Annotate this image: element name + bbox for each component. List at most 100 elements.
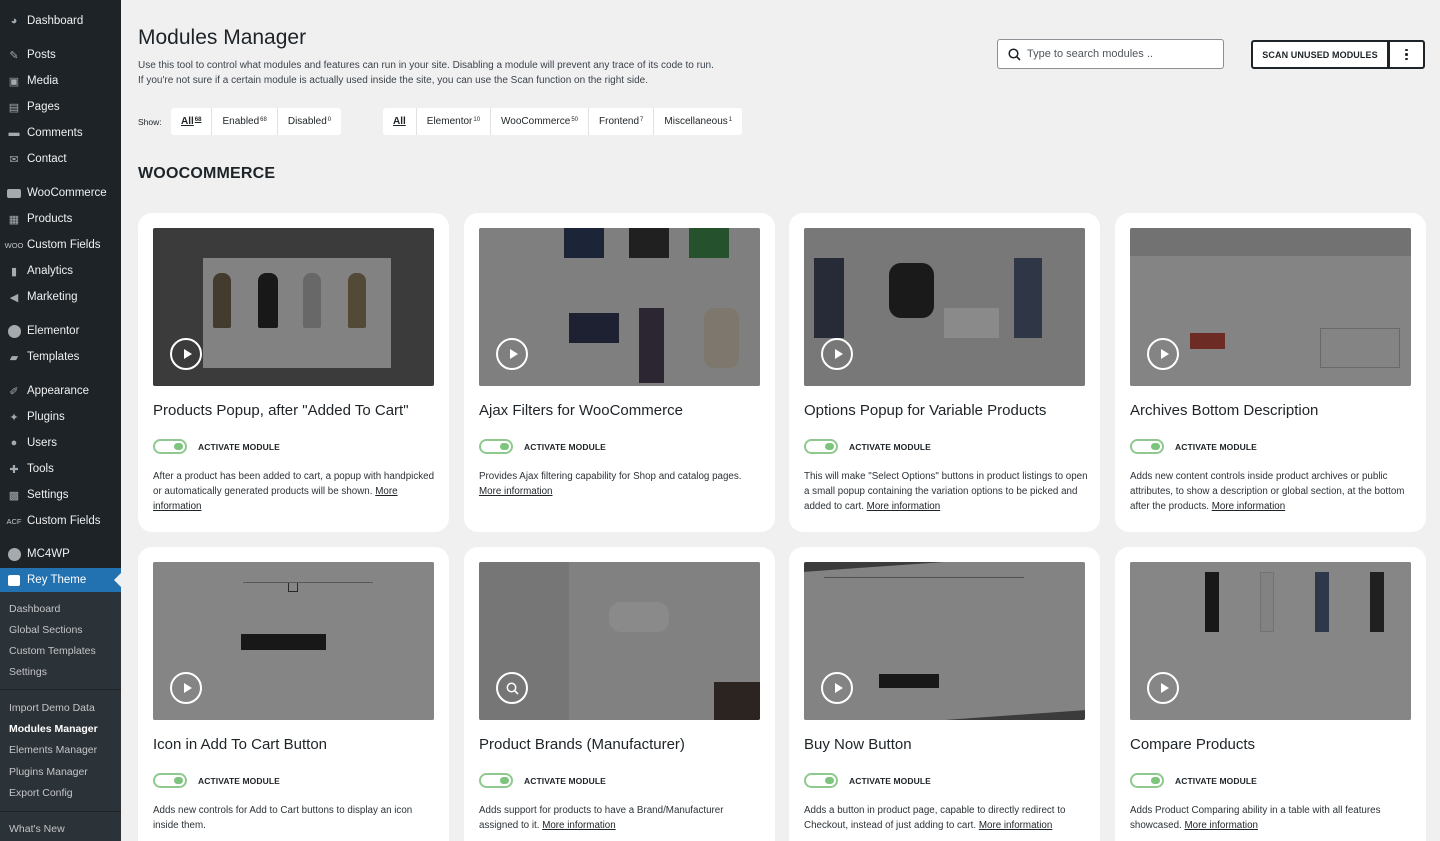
search-input[interactable] bbox=[1027, 48, 1207, 60]
user-icon: ● bbox=[10, 437, 18, 449]
sidebar-item-label: Marketing bbox=[27, 291, 78, 303]
page-description: Use this tool to control what modules an… bbox=[138, 58, 738, 88]
sidebar-item-label: Contact bbox=[27, 153, 67, 165]
sidebar-item-woocommerce[interactable]: WooCommerce bbox=[0, 181, 121, 205]
more-information-link[interactable]: More information bbox=[479, 486, 553, 497]
zoom-icon[interactable] bbox=[496, 672, 528, 704]
module-card-icon-in-add-to-cart-button: Icon in Add To Cart Button ACTIVATE MODUL… bbox=[138, 547, 449, 841]
submenu-item-elements-manager[interactable]: Elements Manager bbox=[9, 744, 97, 756]
filter-count: 1 bbox=[728, 116, 733, 123]
sidebar-item-comments[interactable]: ▬ Comments bbox=[0, 121, 121, 145]
submenu-item-plugins-manager[interactable]: Plugins Manager bbox=[9, 766, 88, 778]
module-title: Archives Bottom Description bbox=[1130, 402, 1319, 419]
sidebar-item-pages[interactable]: ▤ Pages bbox=[0, 95, 121, 119]
play-video-icon[interactable] bbox=[821, 338, 853, 370]
filter-category-elementor[interactable]: Elementor 10 bbox=[417, 108, 492, 135]
module-title: Buy Now Button bbox=[804, 736, 912, 753]
activate-module-toggle[interactable] bbox=[153, 439, 187, 454]
sidebar-item-appearance[interactable]: ✐ Appearance bbox=[0, 379, 121, 403]
more-information-link[interactable]: More information bbox=[542, 820, 616, 831]
sidebar-item-templates[interactable]: ▰ Templates bbox=[0, 345, 121, 369]
settings-icon: ▩ bbox=[8, 489, 20, 502]
scan-unused-modules-button[interactable]: SCAN UNUSED MODULES bbox=[1251, 40, 1389, 69]
filter-count: 10 bbox=[473, 116, 481, 123]
filter-label: WooCommerce bbox=[501, 116, 571, 127]
play-video-icon[interactable] bbox=[1147, 338, 1179, 370]
module-card-product-brands-manufacturer: Product Brands (Manufacturer) ACTIVATE MO… bbox=[464, 547, 775, 841]
submenu-item-global-sections[interactable]: Global Sections bbox=[9, 624, 83, 636]
activate-module-toggle[interactable] bbox=[804, 773, 838, 788]
filter-label: All bbox=[181, 116, 194, 127]
submenu-divider bbox=[0, 811, 121, 812]
sidebar-item-custom-fields[interactable]: ACF Custom Fields bbox=[0, 509, 121, 533]
more-options-button[interactable] bbox=[1388, 40, 1425, 69]
activate-module-label: ACTIVATE MODULE bbox=[524, 442, 606, 452]
play-video-icon[interactable] bbox=[1147, 672, 1179, 704]
module-title: Compare Products bbox=[1130, 736, 1256, 753]
sidebar-item-settings[interactable]: ▩ Settings bbox=[0, 483, 121, 507]
module-title: Icon in Add To Cart Button bbox=[153, 736, 328, 753]
filter-count: 68 bbox=[194, 116, 202, 123]
submenu-item-custom-templates[interactable]: Custom Templates bbox=[9, 645, 96, 657]
search-box[interactable] bbox=[997, 39, 1224, 69]
module-description: Adds a button in product page, capable t… bbox=[804, 804, 1089, 834]
module-description-text: This will make "Select Options" buttons … bbox=[804, 471, 1088, 512]
filter-status-disabled[interactable]: Disabled 0 bbox=[278, 108, 341, 135]
activate-module-toggle[interactable] bbox=[1130, 773, 1164, 788]
filter-status-enabled[interactable]: Enabled 68 bbox=[212, 108, 278, 135]
module-description: This will make "Select Options" buttons … bbox=[804, 470, 1089, 514]
sidebar-item-custom-fields[interactable]: WOO Custom Fields bbox=[0, 233, 121, 257]
filter-category-frontend[interactable]: Frontend 7 bbox=[589, 108, 655, 135]
sidebar-item-media[interactable]: ▣ Media bbox=[0, 69, 121, 93]
submenu-item-settings[interactable]: Settings bbox=[9, 666, 47, 678]
module-thumbnail bbox=[153, 562, 434, 720]
activate-module-toggle[interactable] bbox=[479, 439, 513, 454]
play-video-icon[interactable] bbox=[170, 338, 202, 370]
dashboard-icon: ◕ bbox=[10, 15, 18, 27]
sidebar-item-label: Analytics bbox=[27, 265, 74, 277]
activate-module-toggle[interactable] bbox=[1130, 439, 1164, 454]
sidebar-item-users[interactable]: ● Users bbox=[0, 431, 121, 455]
play-video-icon[interactable] bbox=[170, 672, 202, 704]
activate-module-toggle[interactable] bbox=[479, 773, 513, 788]
sidebar-item-mc4wp[interactable]: MC4WP bbox=[0, 542, 121, 566]
rey-theme-submenu: Dashboard Global Sections Custom Templates… bbox=[0, 592, 121, 841]
sidebar-item-posts[interactable]: ✎ Posts bbox=[0, 43, 121, 67]
wrench-icon: ✚ bbox=[9, 463, 19, 476]
submenu-item-import-demo-data[interactable]: Import Demo Data bbox=[9, 702, 95, 714]
sidebar-item-label: Plugins bbox=[27, 411, 65, 423]
submenu-item-what-s-new[interactable]: What's New bbox=[9, 823, 65, 835]
submenu-item-dashboard[interactable]: Dashboard bbox=[9, 603, 60, 615]
more-information-link[interactable]: More information bbox=[867, 501, 941, 512]
filter-category-all[interactable]: All bbox=[383, 108, 417, 135]
sidebar-item-label: Tools bbox=[27, 463, 54, 475]
description-line-1: Use this tool to control what modules an… bbox=[138, 60, 714, 71]
sidebar-item-label: WooCommerce bbox=[27, 187, 107, 199]
description-line-2: If you're not sure if a certain module i… bbox=[138, 75, 648, 86]
sidebar-item-dashboard[interactable]: ◕ Dashboard bbox=[0, 9, 121, 33]
submenu-item-modules-manager[interactable]: Modules Manager bbox=[9, 723, 98, 735]
activate-module-toggle[interactable] bbox=[153, 773, 187, 788]
filter-label: Disabled bbox=[287, 116, 327, 127]
module-card-ajax-filters-for-woocommerce: Ajax Filters for WooCommerce ACTIVATE MOD… bbox=[464, 213, 775, 532]
sidebar-item-elementor[interactable]: Elementor bbox=[0, 319, 121, 343]
play-video-icon[interactable] bbox=[821, 672, 853, 704]
more-information-link[interactable]: More information bbox=[979, 820, 1053, 831]
sidebar-item-contact[interactable]: ✉ Contact bbox=[0, 147, 121, 171]
woo-text-icon: WOO bbox=[4, 240, 24, 250]
filter-category-woocommerce[interactable]: WooCommerce 50 bbox=[491, 108, 590, 135]
more-information-link[interactable]: More information bbox=[1212, 501, 1286, 512]
sidebar-item-plugins[interactable]: ✦ Plugins bbox=[0, 405, 121, 429]
activate-module-toggle[interactable] bbox=[804, 439, 838, 454]
sidebar-item-tools[interactable]: ✚ Tools bbox=[0, 457, 121, 481]
sidebar-item-products[interactable]: ▦ Products bbox=[0, 207, 121, 231]
filter-category-miscellaneous[interactable]: Miscellaneous 1 bbox=[654, 108, 742, 135]
more-information-link[interactable]: More information bbox=[1184, 820, 1258, 831]
module-thumbnail bbox=[1130, 228, 1411, 386]
sidebar-item-analytics[interactable]: ▮ Analytics bbox=[0, 259, 121, 283]
submenu-item-export-config[interactable]: Export Config bbox=[9, 787, 73, 799]
play-video-icon[interactable] bbox=[496, 338, 528, 370]
filter-status-all[interactable]: All 68 bbox=[171, 108, 213, 135]
sidebar-item-marketing[interactable]: ◀ Marketing bbox=[0, 285, 121, 309]
sidebar-item-rey-theme[interactable]: Rey Theme bbox=[0, 568, 121, 592]
